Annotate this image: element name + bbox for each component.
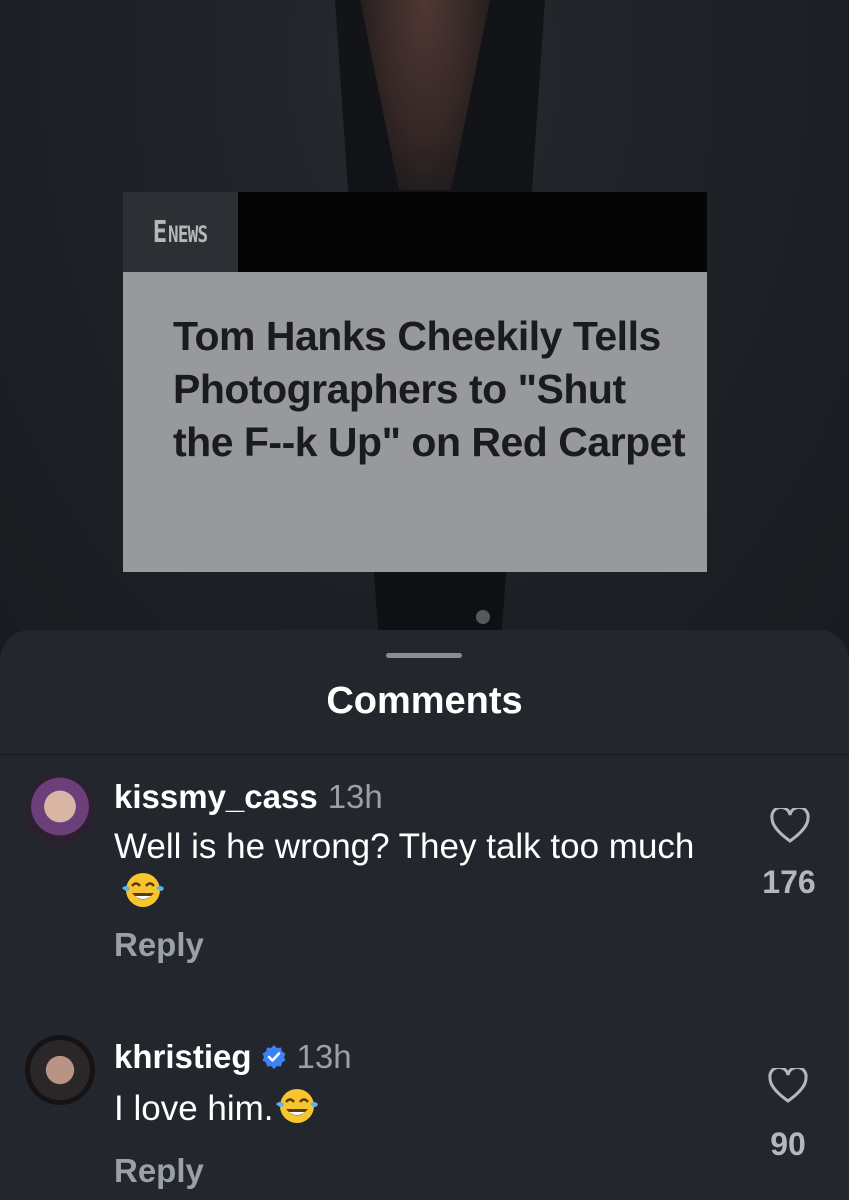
reply-button[interactable]: Reply — [114, 926, 204, 964]
comment-text: Well is he wrong? They talk too much — [114, 824, 714, 916]
heart-icon[interactable] — [770, 808, 810, 844]
sheet-title: Comments — [326, 680, 523, 722]
video-frame: ENEWS Tom Hanks Cheekily Tells Photograp… — [0, 0, 849, 660]
news-card: ENEWS Tom Hanks Cheekily Tells Photograp… — [123, 192, 707, 572]
username[interactable]: khristieg — [114, 1038, 252, 1076]
news-card-body: Tom Hanks Cheekily Tells Photographers t… — [123, 272, 707, 572]
avatar[interactable] — [25, 1035, 95, 1105]
like-count: 90 — [770, 1126, 806, 1162]
comments-sheet: Comments kissmy_cass 13h Well is he wron… — [0, 630, 849, 1200]
comment-text: I love him. — [114, 1086, 714, 1132]
like-count: 176 — [762, 864, 816, 900]
enews-logo-mark: E — [153, 214, 167, 250]
enews-logo: ENEWS — [123, 192, 238, 272]
face-with-tears-of-joy-icon — [275, 1089, 318, 1123]
face-with-tears-of-joy-icon — [122, 873, 164, 907]
timestamp: 13h — [327, 778, 383, 815]
news-headline: Tom Hanks Cheekily Tells Photographers t… — [173, 313, 686, 465]
enews-logo-text: ENEWS — [153, 214, 209, 250]
sheet-grabber[interactable] — [386, 653, 462, 658]
heart-icon[interactable] — [768, 1068, 808, 1104]
enews-logo-word: NEWS — [168, 222, 209, 248]
shirt-button — [476, 610, 490, 624]
news-card-header: ENEWS — [123, 192, 707, 272]
comment-meta: khristieg 13h — [114, 1038, 352, 1076]
reply-button[interactable]: Reply — [114, 1152, 204, 1190]
username[interactable]: kissmy_cass — [114, 778, 318, 816]
comment-text-content: I love him. — [114, 1089, 274, 1128]
timestamp: 13h — [296, 1038, 352, 1075]
comment-text-content: Well is he wrong? They talk too much — [114, 827, 695, 866]
divider — [0, 754, 849, 755]
comment-meta: kissmy_cass 13h — [114, 778, 383, 816]
avatar[interactable] — [25, 775, 95, 845]
verified-badge-icon — [262, 1045, 286, 1069]
